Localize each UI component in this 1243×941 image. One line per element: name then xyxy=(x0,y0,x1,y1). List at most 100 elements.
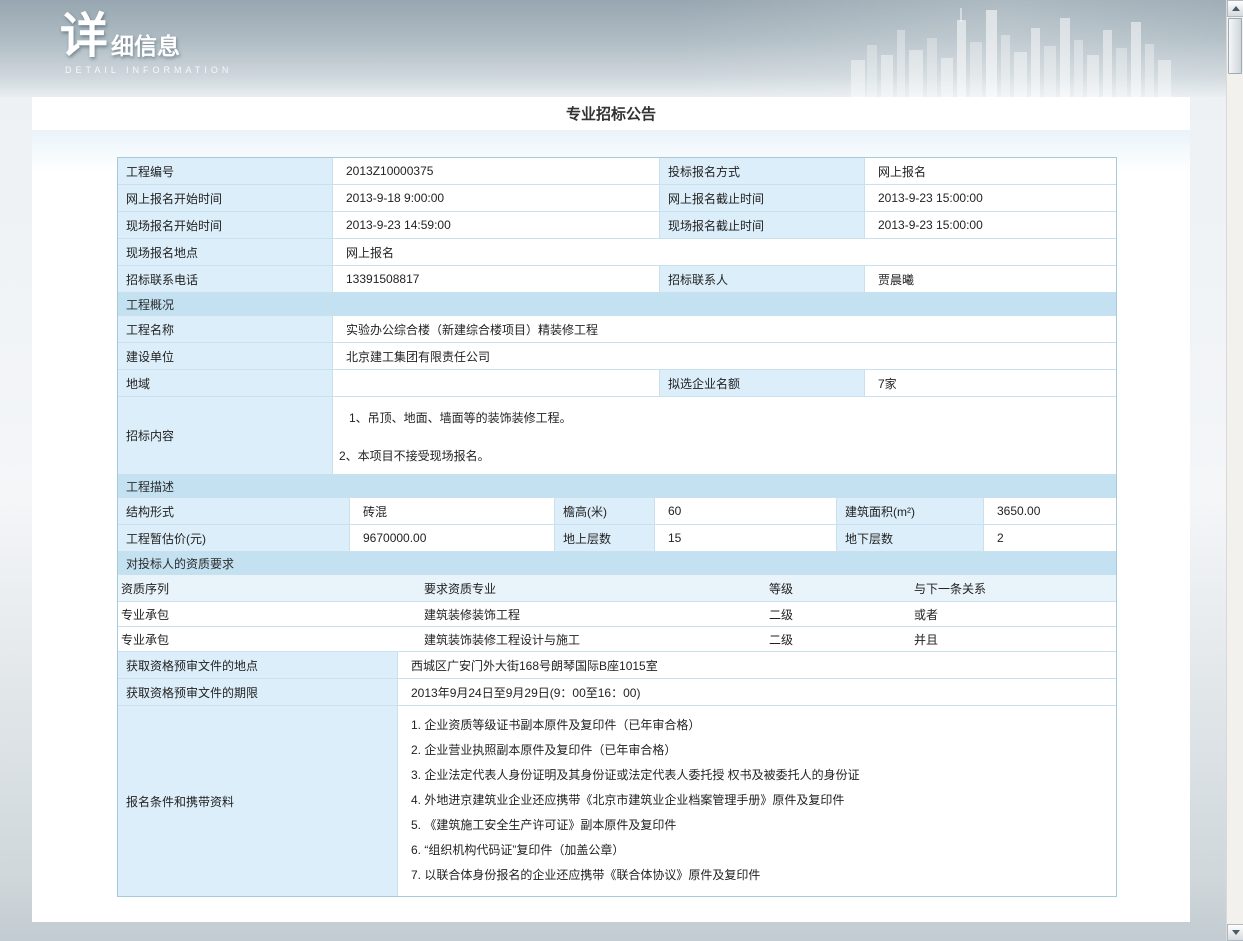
overview-row: 工程名称 实验办公综合楼（新建综合楼项目）精装修工程 xyxy=(118,316,1116,343)
field-label: 网上报名截止时间 xyxy=(660,185,865,212)
title-band: 专业招标公告 xyxy=(32,97,1190,130)
field-label: 工程名称 xyxy=(118,316,333,343)
tender-content-line: 2、本项目不接受现场报名。 xyxy=(339,447,1110,464)
prequal-row: 获取资格预审文件的地点 西城区广安门外大街168号朗琴国际B座1015室 xyxy=(118,652,1116,679)
requirement-item: 1. 企业资质等级证书副本原件及复印件（已年审合格） xyxy=(411,713,1110,738)
field-label: 获取资格预审文件的地点 xyxy=(118,652,398,679)
logo-text-sub: 细信息 xyxy=(111,33,180,59)
requirement-item: 2. 企业营业执照副本原件及复印件（已年审合格） xyxy=(411,738,1110,763)
page-title: 专业招标公告 xyxy=(566,103,656,124)
table-cell: 专业承包 xyxy=(118,627,421,652)
field-value: 15 xyxy=(655,525,837,552)
prequal-requirements-row: 报名条件和携带资料 1. 企业资质等级证书副本原件及复印件（已年审合格） 2. … xyxy=(118,706,1116,896)
table-cell: 二级 xyxy=(766,627,911,652)
field-value: 2013-9-23 15:00:00 xyxy=(865,185,1116,212)
city-skyline-graphic xyxy=(851,0,1171,97)
table-cell: 专业承包 xyxy=(118,602,421,627)
field-label: 现场报名开始时间 xyxy=(118,212,333,239)
column-header: 资质序列 xyxy=(118,575,421,602)
field-value: 2013-9-18 9:00:00 xyxy=(333,185,660,212)
field-value: 西城区广安门外大街168号朗琴国际B座1015室 xyxy=(398,652,1116,679)
field-label: 招标联系人 xyxy=(660,266,865,293)
info-row: 现场报名开始时间 2013-9-23 14:59:00 现场报名截止时间 201… xyxy=(118,212,1116,239)
qualification-header-row: 资质序列 要求资质专业 等级 与下一条关系 xyxy=(118,575,1116,602)
prequal-row: 获取资格预审文件的期限 2013年9月24日至9月29日(9：00至16：00) xyxy=(118,679,1116,706)
description-row: 工程暂估价(元) 9670000.00 地上层数 15 地下层数 2 xyxy=(118,525,1116,552)
column-header: 等级 xyxy=(766,575,911,602)
detail-table: 工程编号 2013Z10000375 投标报名方式 网上报名 网上报名开始时间 … xyxy=(117,157,1117,897)
field-value: 砖混 xyxy=(350,498,555,525)
scroll-down-icon xyxy=(1232,930,1240,935)
field-value: 2013年9月24日至9月29日(9：00至16：00) xyxy=(398,679,1116,706)
field-label: 投标报名方式 xyxy=(660,158,865,185)
field-value: 2 xyxy=(984,525,1116,552)
table-cell: 或者 xyxy=(911,602,1116,627)
overview-row: 建设单位 北京建工集团有限责任公司 xyxy=(118,343,1116,370)
requirement-item: 4. 外地进京建筑业企业还应携带《北京市建筑业企业档案管理手册》原件及复印件 xyxy=(411,788,1110,813)
field-label: 地域 xyxy=(118,370,333,397)
field-label: 檐高(米) xyxy=(555,498,655,525)
info-row: 网上报名开始时间 2013-9-18 9:00:00 网上报名截止时间 2013… xyxy=(118,185,1116,212)
section-title: 工程描述 xyxy=(118,475,1116,498)
field-value: 贾晨曦 xyxy=(865,266,1116,293)
scrollbar-down-button[interactable] xyxy=(1227,924,1243,941)
field-value: 13391508817 xyxy=(333,266,660,293)
field-label: 现场报名地点 xyxy=(118,239,333,266)
field-label: 招标联系电话 xyxy=(118,266,333,293)
field-value: 2013Z10000375 xyxy=(333,158,660,185)
field-label: 拟选企业名额 xyxy=(660,370,865,397)
content-panel: 专业招标公告 工程编号 2013Z10000375 投标报名方式 网上报名 网上… xyxy=(32,97,1190,922)
field-label: 获取资格预审文件的期限 xyxy=(118,679,398,706)
overview-row-tender-content: 招标内容 1、吊顶、地面、墙面等的装饰装修工程。 2、本项目不接受现场报名。 xyxy=(118,397,1116,475)
field-value: 2013-9-23 14:59:00 xyxy=(333,212,660,239)
field-value: 9670000.00 xyxy=(350,525,555,552)
qualification-row: 专业承包 建筑装修装饰工程 二级 或者 xyxy=(118,602,1116,627)
overview-row: 地域 拟选企业名额 7家 xyxy=(118,370,1116,397)
section-title: 对投标人的资质要求 xyxy=(118,552,1116,575)
field-label: 招标内容 xyxy=(118,397,333,475)
logo-text-main: 详 xyxy=(60,14,108,60)
table-cell: 并且 xyxy=(911,627,1116,652)
table-cell: 建筑装饰装修工程设计与施工 xyxy=(421,627,766,652)
field-label: 建筑面积(m²) xyxy=(837,498,984,525)
field-label: 结构形式 xyxy=(118,498,350,525)
requirement-item: 7. 以联合体身份报名的企业还应携带《联合体协议》原件及复印件 xyxy=(411,863,1110,888)
section-header-description: 工程描述 xyxy=(118,475,1116,498)
field-label: 建设单位 xyxy=(118,343,333,370)
page-header: 详 细信息 DETAIL INFORMATION xyxy=(0,0,1226,97)
field-value: 网上报名 xyxy=(865,158,1116,185)
section-header-qualification: 对投标人的资质要求 xyxy=(118,552,1116,575)
info-row: 现场报名地点 网上报名 xyxy=(118,239,1116,266)
field-label: 工程暂估价(元) xyxy=(118,525,350,552)
info-row: 招标联系电话 13391508817 招标联系人 贾晨曦 xyxy=(118,266,1116,293)
vertical-scrollbar[interactable] xyxy=(1226,0,1243,941)
field-value: 北京建工集团有限责任公司 xyxy=(333,343,1116,370)
scrollbar-up-button[interactable] xyxy=(1227,0,1243,17)
field-value: 网上报名 xyxy=(333,239,1116,266)
field-value: 1. 企业资质等级证书副本原件及复印件（已年审合格） 2. 企业营业执照副本原件… xyxy=(398,706,1116,896)
column-header: 要求资质专业 xyxy=(421,575,766,602)
table-cell: 建筑装修装饰工程 xyxy=(421,602,766,627)
requirement-item: 3. 企业法定代表人身份证明及其身份证或法定代表人委托授 权书及被委托人的身份证 xyxy=(411,763,1110,788)
requirement-item: 5. 《建筑施工安全生产许可证》副本原件及复印件 xyxy=(411,813,1110,838)
field-value: 60 xyxy=(655,498,837,525)
column-header: 与下一条关系 xyxy=(911,575,1116,602)
content-area: 工程编号 2013Z10000375 投标报名方式 网上报名 网上报名开始时间 … xyxy=(32,130,1190,922)
field-value: 实验办公综合楼（新建综合楼项目）精装修工程 xyxy=(333,316,1116,343)
field-label: 地上层数 xyxy=(555,525,655,552)
scrollbar-thumb[interactable] xyxy=(1228,18,1242,74)
field-value xyxy=(333,370,660,397)
qualification-row: 专业承包 建筑装饰装修工程设计与施工 二级 并且 xyxy=(118,627,1116,652)
scroll-up-icon xyxy=(1232,6,1240,11)
description-row: 结构形式 砖混 檐高(米) 60 建筑面积(m²) 3650.00 xyxy=(118,498,1116,525)
info-row: 工程编号 2013Z10000375 投标报名方式 网上报名 xyxy=(118,158,1116,185)
field-label: 网上报名开始时间 xyxy=(118,185,333,212)
field-value: 2013-9-23 15:00:00 xyxy=(865,212,1116,239)
logo: 详 细信息 DETAIL INFORMATION xyxy=(60,14,232,75)
logo-text-en: DETAIL INFORMATION xyxy=(65,65,232,75)
tender-content-line: 1、吊顶、地面、墙面等的装饰装修工程。 xyxy=(349,409,1110,426)
field-label: 现场报名截止时间 xyxy=(660,212,865,239)
field-label: 地下层数 xyxy=(837,525,984,552)
field-value: 3650.00 xyxy=(984,498,1116,525)
section-title: 工程概况 xyxy=(118,293,1116,316)
